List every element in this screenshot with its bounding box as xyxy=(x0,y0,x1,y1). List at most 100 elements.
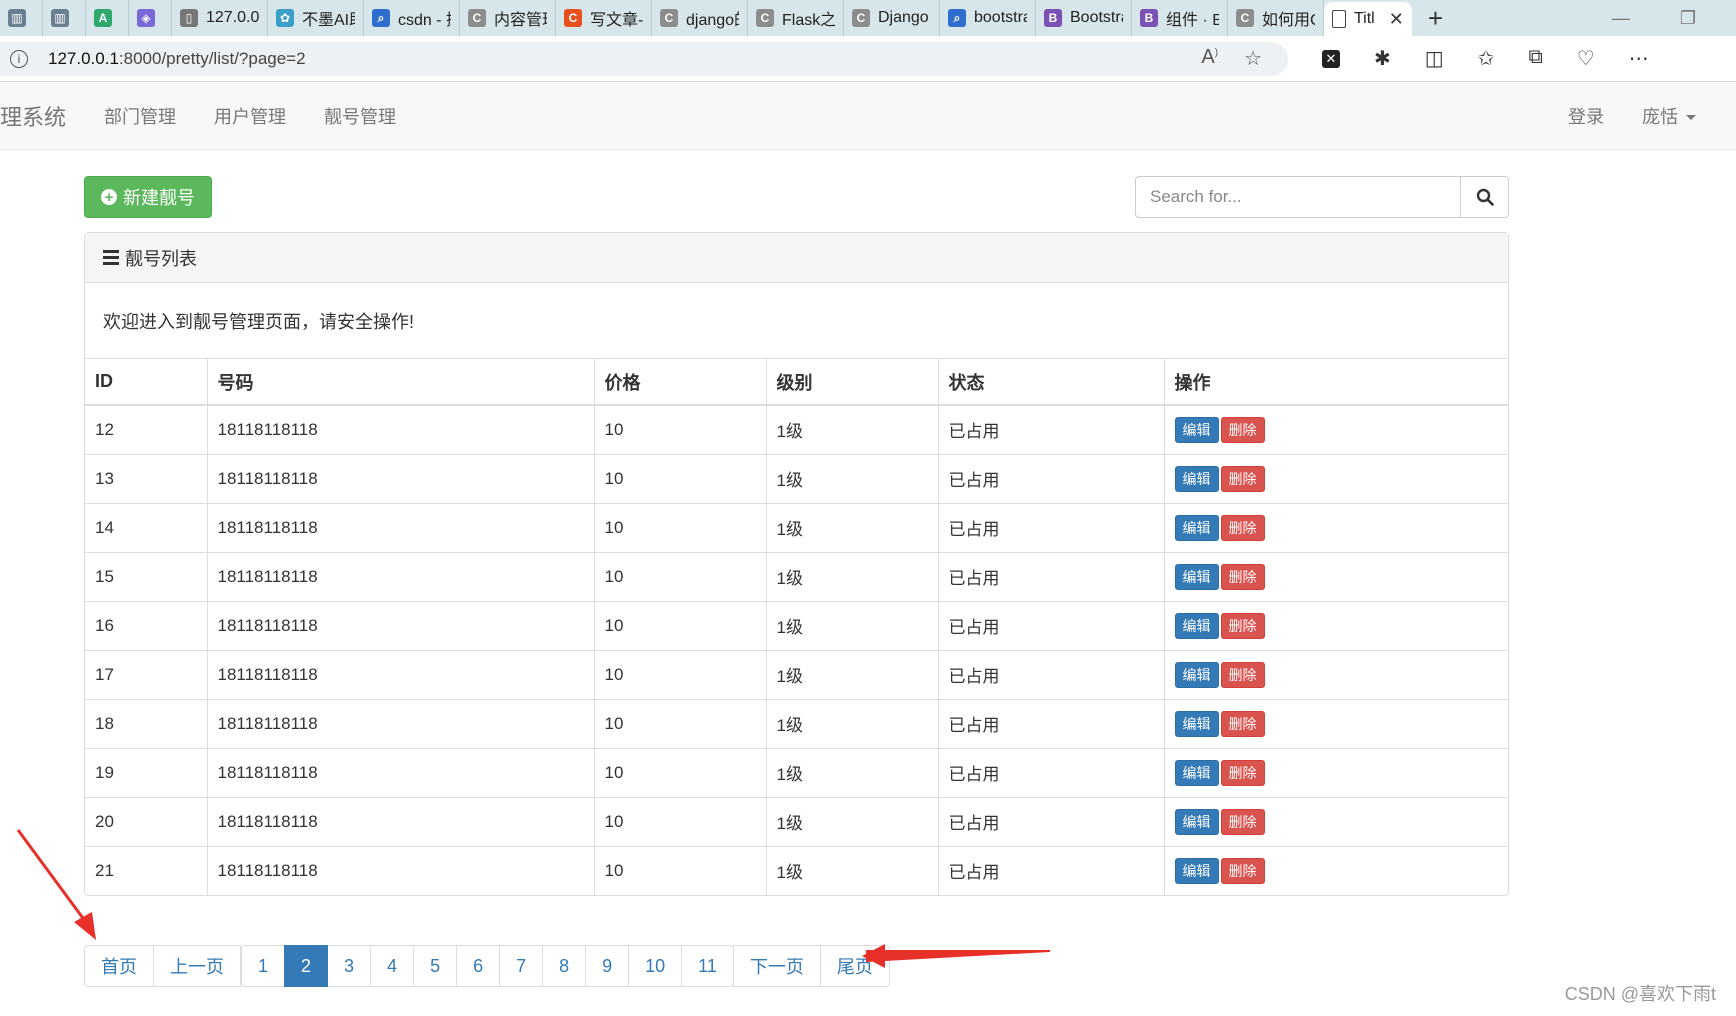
table-row: 16 18118118118 10 1级 已占用 编辑 删除 xyxy=(85,600,1508,650)
browser-tab[interactable]: A xyxy=(86,0,129,36)
url-field[interactable]: i 127.0.0.1:8000/pretty/list/?page=2 A) … xyxy=(0,41,1288,76)
cell-level: 1级 xyxy=(766,796,939,846)
page-number-3[interactable]: 3 xyxy=(327,945,372,987)
browser-tab-title: 127.0.0.1 xyxy=(206,9,259,26)
more-menu-icon[interactable]: ⋯ xyxy=(1629,46,1649,71)
page-number-8[interactable]: 8 xyxy=(542,945,587,987)
number-list-panel: 靓号列表 欢迎进入到靓号管理页面，请安全操作! ID 号码 价格 级别 状态 操… xyxy=(84,232,1509,896)
page-number-6[interactable]: 6 xyxy=(456,945,501,987)
nav-item-department[interactable]: 部门管理 xyxy=(104,103,176,129)
edit-button[interactable]: 编辑 xyxy=(1174,661,1219,688)
browser-tab[interactable]: ▥ xyxy=(0,0,43,36)
delete-button[interactable]: 删除 xyxy=(1220,710,1265,737)
cell-id: 13 xyxy=(85,453,208,503)
page-number-5[interactable]: 5 xyxy=(413,945,458,987)
delete-button[interactable]: 删除 xyxy=(1220,416,1265,443)
delete-button[interactable]: 删除 xyxy=(1220,661,1265,688)
cell-status: 已占用 xyxy=(938,796,1165,846)
cell-actions: 编辑 删除 xyxy=(1164,404,1508,454)
page-number-1[interactable]: 1 xyxy=(241,945,286,987)
browser-tab[interactable]: C 写文章- xyxy=(556,0,652,36)
page-number-2[interactable]: 2 xyxy=(284,945,329,987)
read-aloud-icon[interactable]: A) xyxy=(1201,46,1218,71)
minimize-icon[interactable]: — xyxy=(1612,8,1630,29)
search-button[interactable] xyxy=(1461,176,1509,218)
cell-level: 1级 xyxy=(766,404,939,454)
add-number-button[interactable]: + 新建靓号 xyxy=(84,176,212,218)
cell-level: 1级 xyxy=(766,453,939,503)
favorites-icon[interactable]: ✩ xyxy=(1478,46,1495,71)
delete-button[interactable]: 删除 xyxy=(1220,514,1265,541)
collections-icon[interactable]: ⧉ xyxy=(1528,46,1542,71)
list-icon xyxy=(103,250,119,265)
active-tab[interactable]: Titl ✕ xyxy=(1324,2,1412,36)
browser-tab[interactable]: ▯ 127.0.0.1 xyxy=(172,0,268,36)
browser-tab[interactable]: ✿ 不墨AI助 xyxy=(268,0,364,36)
edit-button[interactable]: 编辑 xyxy=(1174,514,1219,541)
browser-tab[interactable]: ⌕ bootstra xyxy=(940,0,1036,36)
info-icon[interactable]: i xyxy=(10,49,28,68)
page-last[interactable]: 尾页 xyxy=(819,945,890,987)
column-header-status: 状态 xyxy=(938,359,1165,406)
edit-button[interactable]: 编辑 xyxy=(1174,710,1219,737)
page-number-9[interactable]: 9 xyxy=(585,945,630,987)
close-icon[interactable]: ✕ xyxy=(1389,9,1404,30)
favorite-star-icon[interactable]: ☆ xyxy=(1244,46,1262,71)
page-number-7[interactable]: 7 xyxy=(499,945,544,987)
search-input[interactable] xyxy=(1135,176,1461,218)
brand-title[interactable]: 理系统 xyxy=(0,100,66,132)
cell-actions: 编辑 删除 xyxy=(1164,600,1508,650)
split-screen-icon[interactable]: ◫ xyxy=(1425,46,1444,71)
delete-button[interactable]: 删除 xyxy=(1220,857,1265,884)
browser-tab[interactable]: Cdjango的 xyxy=(652,0,748,36)
edit-button[interactable]: 编辑 xyxy=(1174,563,1219,590)
login-link[interactable]: 登录 xyxy=(1568,103,1604,129)
edit-button[interactable]: 编辑 xyxy=(1174,759,1219,786)
browser-essentials-icon[interactable]: ♡ xyxy=(1577,46,1595,71)
browser-tab[interactable]: ⌕ csdn - 搜 xyxy=(364,0,460,36)
browser-tab-title: Bootstra xyxy=(1070,9,1123,26)
search-icon: ⌕ xyxy=(948,9,966,27)
browser-tab[interactable]: C Flask之M xyxy=(748,0,844,36)
browser-tab[interactable]: C Django f xyxy=(844,0,940,36)
browser-tab[interactable]: B Bootstra xyxy=(1036,0,1132,36)
nav-item-pretty-numbers[interactable]: 靓号管理 xyxy=(324,103,396,129)
cell-actions: 编辑 删除 xyxy=(1164,453,1508,503)
edit-button[interactable]: 编辑 xyxy=(1174,416,1219,443)
delete-button[interactable]: 删除 xyxy=(1220,612,1265,639)
nav-item-users[interactable]: 用户管理 xyxy=(214,103,286,129)
page-number-10[interactable]: 10 xyxy=(628,945,683,987)
delete-button[interactable]: 删除 xyxy=(1220,465,1265,492)
page-first[interactable]: 首页 xyxy=(84,945,154,987)
edit-button[interactable]: 编辑 xyxy=(1174,612,1219,639)
cell-status: 已占用 xyxy=(938,551,1165,601)
browser-tab-title: bootstra xyxy=(974,9,1027,26)
page-number-4[interactable]: 4 xyxy=(370,945,415,987)
page-number-11[interactable]: 11 xyxy=(681,945,734,987)
new-tab-button[interactable]: + xyxy=(1412,3,1459,34)
extension-x-icon[interactable]: ✕ xyxy=(1322,50,1340,68)
browser-tab[interactable]: C 如何用C xyxy=(1228,0,1324,36)
cell-level: 1级 xyxy=(766,551,939,601)
shield-icon: ◈ xyxy=(137,9,155,27)
page-next[interactable]: 下一页 xyxy=(732,945,821,987)
extensions-puzzle-icon[interactable]: ✱ xyxy=(1374,46,1391,71)
delete-button[interactable]: 删除 xyxy=(1220,563,1265,590)
ai-icon: ✿ xyxy=(276,9,294,27)
browser-tab[interactable]: ▥ xyxy=(43,0,86,36)
edit-button[interactable]: 编辑 xyxy=(1174,465,1219,492)
cell-id: 18 xyxy=(85,698,208,748)
edit-button[interactable]: 编辑 xyxy=(1174,808,1219,835)
browser-tab[interactable]: ◈ xyxy=(129,0,172,36)
table-row: 21 18118118118 10 1级 已占用 编辑 删除 xyxy=(85,845,1508,895)
edit-button[interactable]: 编辑 xyxy=(1174,857,1219,884)
user-dropdown[interactable]: 庞恬 xyxy=(1642,103,1696,129)
restore-icon[interactable]: ❐ xyxy=(1680,8,1696,29)
browser-tab[interactable]: C 内容管理 xyxy=(460,0,556,36)
page-prev[interactable]: 上一页 xyxy=(153,945,241,987)
browser-tab[interactable]: B 组件 · B xyxy=(1132,0,1228,36)
delete-button[interactable]: 删除 xyxy=(1220,808,1265,835)
cell-number: 18118118118 xyxy=(207,453,595,503)
delete-button[interactable]: 删除 xyxy=(1220,759,1265,786)
cell-actions: 编辑 删除 xyxy=(1164,845,1508,895)
